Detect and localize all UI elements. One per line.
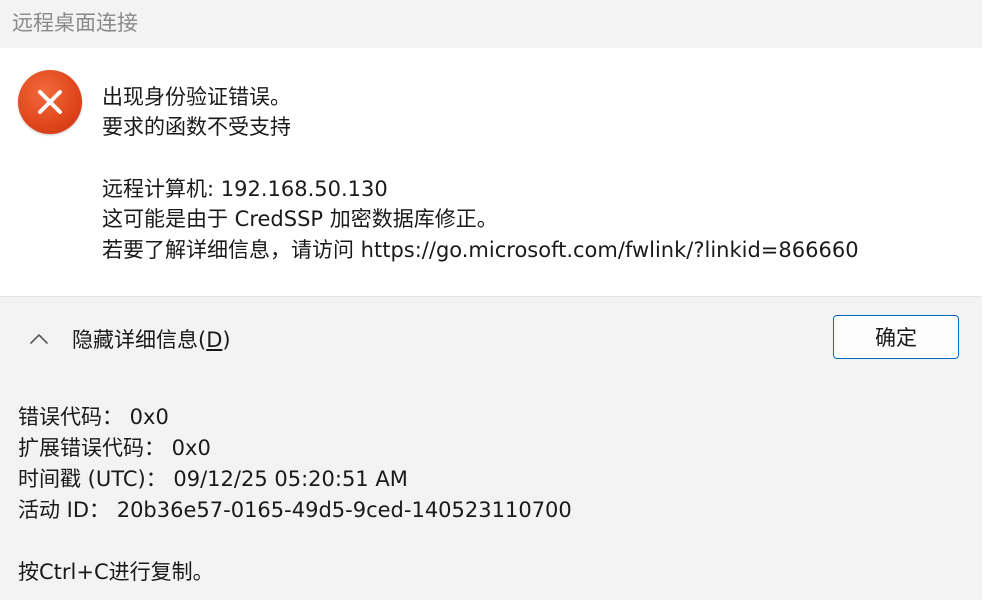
error-headline: 出现身份验证错误。 [102,85,291,109]
rdp-error-dialog: 远程桌面连接 出现身份验证错误。 要求的函数不受支持 远程计算机: 192.16… [0,0,983,600]
hide-details-label: 隐藏详细信息(D) [72,328,231,352]
button-bar: 隐藏详细信息(D) 确定 [0,296,982,382]
activity-id-line: 活动 ID： 20b36e57-0165-49d5-9ced-140523110… [18,498,572,522]
timestamp-line: 时间戳 (UTC)： 09/12/25 05:20:51 AM [18,467,408,491]
hide-details-toggle[interactable]: 隐藏详细信息(D) [24,321,231,357]
error-icon [18,70,82,134]
message-area: 出现身份验证错误。 要求的函数不受支持 远程计算机: 192.168.50.13… [0,48,982,296]
extended-error-code-line: 扩展错误代码： 0x0 [18,436,211,460]
window-title: 远程桌面连接 [12,11,138,35]
error-code-line: 错误代码： 0x0 [18,405,169,429]
background-area [982,0,997,600]
ok-button[interactable]: 确定 [833,315,959,359]
copy-hint-line: 按Ctrl+C进行复制。 [18,560,214,584]
error-reason: 要求的函数不受支持 [102,115,291,139]
chevron-up-icon [30,334,48,344]
accelerator-key: D [206,328,223,352]
more-info-text: 若要了解详细信息，请访问 https://go.microsoft.com/fw… [102,238,859,262]
title-bar[interactable]: 远程桌面连接 [0,0,982,48]
remote-computer-text: 远程计算机: 192.168.50.130 [102,177,388,201]
details-panel: 错误代码： 0x0 扩展错误代码： 0x0 时间戳 (UTC)： 09/12/2… [0,381,982,600]
credssp-hint-text: 这可能是由于 CredSSP 加密数据库修正。 [102,207,498,231]
